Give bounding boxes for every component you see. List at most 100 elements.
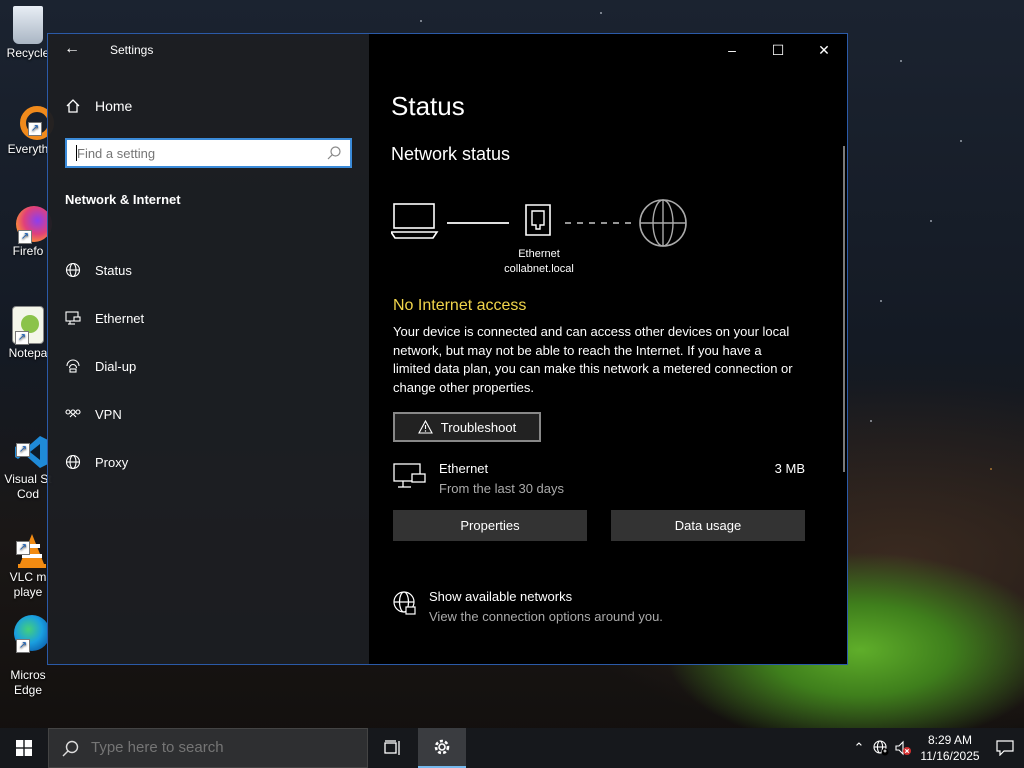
data-usage-value: 3 MB <box>774 461 805 476</box>
laptop-icon <box>391 203 439 239</box>
sidebar-item-ethernet[interactable]: Ethernet <box>65 294 144 342</box>
data-usage-button[interactable]: Data usage <box>611 510 805 541</box>
desktop-icon-label: Micros Edge <box>10 668 46 697</box>
show-networks-subtitle: View the connection options around you. <box>429 609 663 624</box>
star <box>990 468 992 470</box>
sidebar-item-label: Ethernet <box>95 310 145 326</box>
search-icon[interactable] <box>326 145 342 161</box>
home-label: Home <box>95 98 133 114</box>
task-view-icon <box>384 740 400 755</box>
star <box>420 20 422 22</box>
status-description: Your device is connected and can access … <box>393 324 793 395</box>
desktop-icon-label: Notepa <box>8 346 48 360</box>
search-input[interactable] <box>67 140 317 166</box>
chevron-up-icon[interactable]: ⌃ <box>848 728 870 768</box>
window-title: Settings <box>110 43 154 57</box>
desktop-icon-label: VLC m playe <box>9 570 47 599</box>
clock[interactable]: 8:29 AM 11/16/2025 <box>914 732 986 764</box>
sidebar-item-status[interactable]: Status <box>65 246 144 294</box>
task-view-button[interactable] <box>370 728 416 768</box>
sidebar-item-dial-up[interactable]: Dial-up <box>65 342 144 390</box>
connection-row: Ethernet From the last 30 days 3 MB <box>393 459 805 499</box>
desktop-icon-label: Recycle <box>6 46 50 60</box>
maximize-button[interactable]: ☐ <box>755 34 801 66</box>
sidebar-nav: Status Ethernet Dial-up VPN Proxy <box>65 246 144 486</box>
network-status-icon[interactable] <box>870 728 892 768</box>
main-content: – ☐ ✕ Status Network status Ethernet col… <box>369 34 847 664</box>
scrollbar[interactable] <box>843 146 845 472</box>
network-status-heading: Network status <box>391 144 511 164</box>
desktop-icon-label: Everyth <box>7 142 49 156</box>
star <box>600 12 602 14</box>
sidebar-home[interactable]: Home <box>65 98 132 114</box>
connection-subtitle: From the last 30 days <box>439 481 564 496</box>
page-title: Status <box>391 91 465 121</box>
clock-date: 11/16/2025 <box>920 749 980 763</box>
system-tray: ⌃ 8:29 AM 11/16/2025 <box>848 728 1024 768</box>
ethernet-port-icon <box>525 204 551 236</box>
vpn-icon <box>65 409 81 418</box>
edge-icon: ↗ <box>14 615 50 653</box>
desktop-icon-label: Firefo <box>12 244 44 258</box>
sidebar-item-proxy[interactable]: Proxy <box>65 438 144 486</box>
close-button[interactable]: ✕ <box>801 34 847 66</box>
taskbar-search[interactable] <box>48 728 368 768</box>
text-caret <box>76 145 77 161</box>
taskbar-settings-app[interactable] <box>418 728 466 768</box>
vscode-icon: ↗ <box>14 419 50 468</box>
taskbar: ⌃ 8:29 AM 11/16/2025 <box>0 728 1024 768</box>
shortcut-arrow-icon: ↗ <box>28 122 42 136</box>
sidebar: ← Settings Home Network & Internet Statu… <box>48 34 369 664</box>
search-icon <box>62 740 79 757</box>
sidebar-item-vpn[interactable]: VPN <box>65 390 144 438</box>
section-title: Network & Internet <box>65 192 181 207</box>
no-internet-alert: No Internet access <box>393 297 527 314</box>
network-name: collabnet.local <box>504 263 574 275</box>
properties-button[interactable]: Properties <box>393 510 587 541</box>
ethernet-icon <box>393 463 426 488</box>
clock-time: 8:29 AM <box>927 733 973 747</box>
connection-name: Ethernet <box>439 461 489 476</box>
shortcut-arrow-icon: ↗ <box>15 331 29 345</box>
shortcut-arrow-icon: ↗ <box>16 541 30 555</box>
sidebar-item-label: Proxy <box>95 454 129 470</box>
taskbar-search-input[interactable] <box>89 738 363 757</box>
star <box>930 220 932 222</box>
start-button[interactable] <box>0 728 48 768</box>
shortcut-arrow-icon: ↗ <box>16 639 30 653</box>
troubleshoot-button[interactable]: Troubleshoot <box>393 412 541 442</box>
ethernet-icon <box>65 311 81 325</box>
shortcut-arrow-icon: ↗ <box>16 443 30 457</box>
sidebar-item-label: Status <box>95 262 132 278</box>
gear-icon <box>434 739 450 755</box>
adapter-name: Ethernet <box>518 248 560 260</box>
troubleshoot-label: Troubleshoot <box>440 419 517 435</box>
warning-icon <box>417 420 433 434</box>
home-icon <box>66 99 80 113</box>
minimize-button[interactable]: – <box>709 34 755 66</box>
shortcut-arrow-icon: ↗ <box>18 230 32 244</box>
desktop-icon-label: Visual St Cod <box>4 472 52 501</box>
globe-icon <box>65 454 81 470</box>
notepad-icon: ↗ <box>12 306 44 345</box>
notification-icon <box>996 740 1014 756</box>
search-box[interactable] <box>65 138 352 168</box>
star <box>880 300 882 302</box>
globe-icon <box>65 262 81 278</box>
volume-muted-icon[interactable] <box>892 728 914 768</box>
globe-icon <box>639 199 687 247</box>
adapter-caption: Ethernet collabnet.local <box>489 247 589 277</box>
sidebar-item-label: Dial-up <box>95 358 137 374</box>
star <box>960 140 962 142</box>
back-arrow-icon[interactable]: ← <box>64 40 80 58</box>
notifications-button[interactable] <box>986 728 1024 768</box>
dialup-icon <box>66 359 80 373</box>
star <box>900 60 902 62</box>
star <box>870 420 872 422</box>
show-networks-title: Show available networks <box>429 589 573 604</box>
network-globe-icon <box>393 591 416 615</box>
settings-window: ← Settings Home Network & Internet Statu… <box>47 33 848 665</box>
recycle-bin-icon <box>13 6 43 44</box>
sidebar-item-label: VPN <box>95 406 122 422</box>
vlc-icon: ↗ <box>14 517 50 568</box>
